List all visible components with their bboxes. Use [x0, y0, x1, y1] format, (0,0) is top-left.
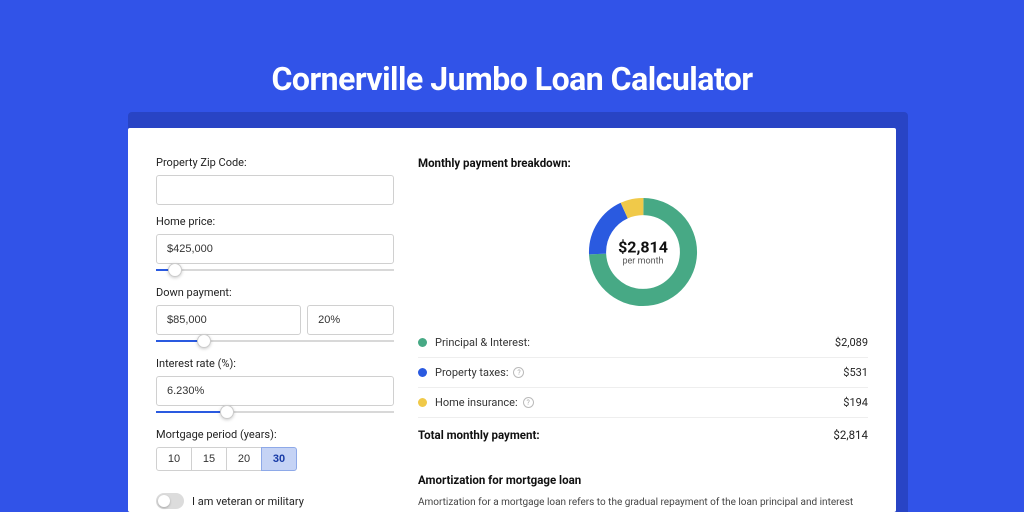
breakdown-row-insurance: Home insurance: ? $194: [418, 388, 868, 418]
info-icon[interactable]: ?: [523, 397, 534, 408]
price-slider-thumb[interactable]: [168, 263, 182, 277]
breakdown-total-row: Total monthly payment: $2,814: [418, 417, 868, 451]
breakdown-value: $531: [843, 366, 868, 379]
breakdown-label: Property taxes: ?: [435, 366, 843, 379]
price-input[interactable]: [156, 234, 394, 264]
toggle-knob: [158, 495, 170, 507]
breakdown-row-principal: Principal & Interest: $2,089: [418, 328, 868, 358]
period-option-30[interactable]: 30: [261, 447, 297, 471]
period-buttons: 10 15 20 30: [156, 447, 394, 471]
down-slider-thumb[interactable]: [197, 334, 211, 348]
amortization-heading: Amortization for mortgage loan: [418, 473, 868, 487]
period-label: Mortgage period (years):: [156, 428, 394, 441]
amortization-body: Amortization for a mortgage loan refers …: [418, 495, 868, 512]
total-label: Total monthly payment:: [418, 428, 833, 442]
rate-input[interactable]: [156, 376, 394, 406]
dot-icon: [418, 398, 427, 407]
breakdown-title: Monthly payment breakdown:: [418, 156, 868, 170]
zip-input[interactable]: [156, 175, 394, 205]
results-column: Monthly payment breakdown: $2,814 per mo…: [418, 152, 868, 488]
rate-label: Interest rate (%):: [156, 357, 394, 370]
veteran-label: I am veteran or military: [192, 495, 304, 508]
veteran-row: I am veteran or military: [156, 493, 394, 509]
donut-center: $2,814 per month: [618, 238, 668, 267]
calculator-card: Property Zip Code: Home price: Down paym…: [128, 128, 896, 512]
down-slider[interactable]: [156, 337, 394, 347]
breakdown-value: $2,089: [835, 336, 868, 349]
dot-icon: [418, 368, 427, 377]
page-background: Cornerville Jumbo Loan Calculator Proper…: [0, 0, 1024, 512]
price-slider[interactable]: [156, 266, 394, 276]
donut-chart-wrap: $2,814 per month: [418, 182, 868, 328]
donut-chart: $2,814 per month: [583, 192, 703, 312]
info-icon[interactable]: ?: [513, 367, 524, 378]
dot-icon: [418, 338, 427, 347]
total-value: $2,814: [833, 428, 868, 442]
breakdown-value: $194: [843, 396, 868, 409]
breakdown-label: Home insurance: ?: [435, 396, 843, 409]
rate-slider-thumb[interactable]: [220, 405, 234, 419]
down-label: Down payment:: [156, 286, 394, 299]
breakdown-row-taxes: Property taxes: ? $531: [418, 358, 868, 388]
period-option-10[interactable]: 10: [156, 447, 192, 471]
donut-sub: per month: [618, 257, 668, 267]
period-option-20[interactable]: 20: [226, 447, 262, 471]
rate-slider[interactable]: [156, 408, 394, 418]
page-title: Cornerville Jumbo Loan Calculator: [0, 0, 1024, 98]
period-option-15[interactable]: 15: [191, 447, 227, 471]
zip-label: Property Zip Code:: [156, 156, 394, 169]
donut-amount: $2,814: [618, 238, 668, 257]
inputs-column: Property Zip Code: Home price: Down paym…: [156, 152, 394, 488]
veteran-toggle[interactable]: [156, 493, 184, 509]
down-amount-input[interactable]: [156, 305, 301, 335]
down-pct-input[interactable]: [307, 305, 394, 335]
breakdown-label: Principal & Interest:: [435, 336, 835, 349]
price-label: Home price:: [156, 215, 394, 228]
